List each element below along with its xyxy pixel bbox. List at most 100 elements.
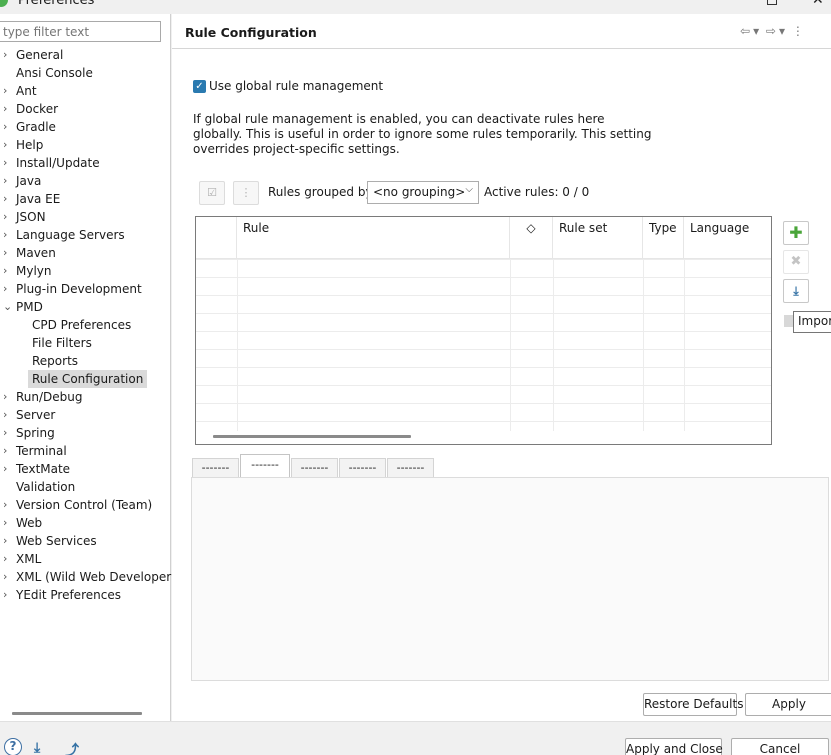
check-all-button[interactable]: ☑ — [199, 181, 225, 205]
app-icon — [0, 0, 8, 7]
forward-menu-chevron-icon[interactable]: ▾ — [779, 24, 785, 38]
tree-item[interactable]: ⌄ PMD — [0, 298, 171, 316]
table-row — [196, 313, 771, 314]
tree-item[interactable]: › TextMate — [0, 460, 171, 478]
grouping-select[interactable]: <no grouping> ⌵ — [367, 181, 479, 204]
tab-2[interactable]: ------- — [240, 454, 290, 478]
tree-item[interactable]: › Java — [0, 172, 171, 190]
chevron-right-icon[interactable]: › — [3, 46, 13, 64]
chevron-right-icon[interactable]: › — [3, 154, 13, 172]
chevron-right-icon[interactable]: › — [3, 172, 13, 190]
chevron-right-icon[interactable]: › — [3, 100, 13, 118]
tree-item-label: Web Services — [16, 534, 97, 548]
add-rule-button[interactable]: ✚ — [783, 221, 809, 245]
tree-item[interactable]: › Mylyn — [0, 262, 171, 280]
chevron-right-icon[interactable]: › — [3, 82, 13, 100]
chevron-right-icon[interactable]: › — [3, 226, 13, 244]
chevron-right-icon[interactable]: › — [3, 136, 13, 154]
tree-item[interactable]: › Server — [0, 406, 171, 424]
page-title: Rule Configuration — [185, 25, 317, 40]
chevron-right-icon[interactable]: › — [3, 568, 13, 586]
tree-item[interactable]: CPD Preferences — [0, 316, 171, 334]
chevron-right-icon[interactable]: › — [3, 460, 13, 478]
back-arrow-icon[interactable]: ⇦ — [740, 24, 750, 38]
column-header-checkbox[interactable] — [196, 217, 237, 259]
chevron-right-icon[interactable]: › — [3, 118, 13, 136]
table-horizontal-scrollbar[interactable] — [213, 435, 411, 438]
tree-item[interactable]: › Terminal — [0, 442, 171, 460]
tree-item[interactable]: Reports — [0, 352, 171, 370]
chevron-right-icon[interactable]: › — [3, 208, 13, 226]
tree-item[interactable]: › Spring — [0, 424, 171, 442]
tree-item[interactable]: › Web Services — [0, 532, 171, 550]
import-rules-button[interactable]: ⤓ — [783, 279, 809, 303]
tree-item[interactable]: › Help — [0, 136, 171, 154]
tree-item[interactable]: › Run/Debug — [0, 388, 171, 406]
column-header-language[interactable]: Language — [684, 217, 771, 259]
tree-item[interactable]: › Gradle — [0, 118, 171, 136]
tree-item[interactable]: › Ant — [0, 82, 171, 100]
chevron-right-icon[interactable]: › — [3, 406, 13, 424]
column-header-type[interactable]: Type — [643, 217, 684, 259]
chevron-right-icon[interactable]: › — [3, 388, 13, 406]
tab-4[interactable]: ------- — [339, 458, 386, 478]
maximize-icon[interactable] — [767, 0, 777, 5]
view-menu-icon[interactable]: ⋮ — [792, 24, 804, 38]
column-header-rule[interactable]: Rule — [237, 217, 510, 259]
restore-defaults-button[interactable]: Restore Defaults — [643, 693, 743, 716]
column-header-rule-set[interactable]: Rule set — [553, 217, 643, 259]
chevron-right-icon[interactable]: › — [3, 262, 13, 280]
tree-item[interactable]: › JSON — [0, 208, 171, 226]
filter-input[interactable] — [0, 21, 161, 42]
tree-item[interactable]: › YEdit Preferences — [0, 586, 171, 604]
chevron-right-icon[interactable]: › — [3, 280, 13, 298]
tree-item-label: JSON — [16, 210, 46, 224]
tree-item[interactable]: › Version Control (Team) — [0, 496, 171, 514]
chevron-right-icon[interactable]: › — [3, 550, 13, 568]
import-preferences-icon[interactable]: ⤓ — [34, 740, 56, 755]
chevron-right-icon[interactable]: › — [3, 586, 13, 604]
chevron-right-icon[interactable]: › — [3, 442, 13, 460]
tree-item[interactable]: › Maven — [0, 244, 171, 262]
close-icon[interactable]: ✕ — [812, 0, 824, 8]
tree-item[interactable]: › Docker — [0, 100, 171, 118]
tree-item[interactable]: › General — [0, 46, 171, 64]
chevron-right-icon[interactable]: › — [3, 514, 13, 532]
tab-1[interactable]: ------- — [192, 458, 239, 478]
tree-item[interactable]: › XML (Wild Web Developer) — [0, 568, 176, 586]
description-text: If global rule management is enabled, yo… — [193, 112, 652, 156]
forward-arrow-icon[interactable]: ⇨ — [766, 24, 776, 38]
apply-and-close-button[interactable]: Apply and Close — [625, 738, 723, 755]
tree-item[interactable]: Ansi Console — [0, 64, 171, 82]
table-row — [196, 277, 771, 278]
help-icon[interactable]: ? — [4, 738, 22, 755]
chevron-down-icon[interactable]: ⌄ — [3, 298, 13, 316]
column-header-priority[interactable]: ◇ — [510, 217, 553, 259]
tree-item[interactable]: › XML — [0, 550, 171, 568]
tree-item[interactable]: File Filters — [0, 334, 171, 352]
remove-rule-button[interactable]: ✖ — [783, 250, 809, 274]
tab-5[interactable]: ------- — [387, 458, 434, 478]
tab-3[interactable]: ------- — [291, 458, 338, 478]
rules-table[interactable]: Rule ◇ Rule set Type Language — [195, 216, 772, 445]
tree-item[interactable]: › Web — [0, 514, 171, 532]
checkbox-checked-icon[interactable]: ✓ — [193, 80, 206, 93]
chevron-right-icon[interactable]: › — [3, 244, 13, 262]
tree-item[interactable]: › Install/Update — [0, 154, 171, 172]
apply-button[interactable]: Apply — [745, 693, 831, 716]
cancel-button[interactable]: Cancel — [731, 738, 829, 755]
chevron-right-icon[interactable]: › — [3, 496, 13, 514]
chevron-right-icon[interactable]: › — [3, 190, 13, 208]
tree-item[interactable]: › Plug-in Development — [0, 280, 171, 298]
tree-item[interactable]: Validation — [0, 478, 171, 496]
back-menu-chevron-icon[interactable]: ▾ — [753, 24, 759, 38]
tree-item-label: Gradle — [16, 120, 56, 134]
chevron-right-icon[interactable]: › — [3, 424, 13, 442]
horizontal-scrollbar[interactable] — [12, 712, 142, 715]
export-preferences-icon[interactable]: ⤴ — [65, 740, 87, 755]
tree-item[interactable]: Rule Configuration — [0, 370, 171, 388]
collapse-button[interactable]: ⋮ — [233, 181, 259, 205]
chevron-right-icon[interactable]: › — [3, 532, 13, 550]
tree-item[interactable]: › Language Servers — [0, 226, 171, 244]
tree-item[interactable]: › Java EE — [0, 190, 171, 208]
